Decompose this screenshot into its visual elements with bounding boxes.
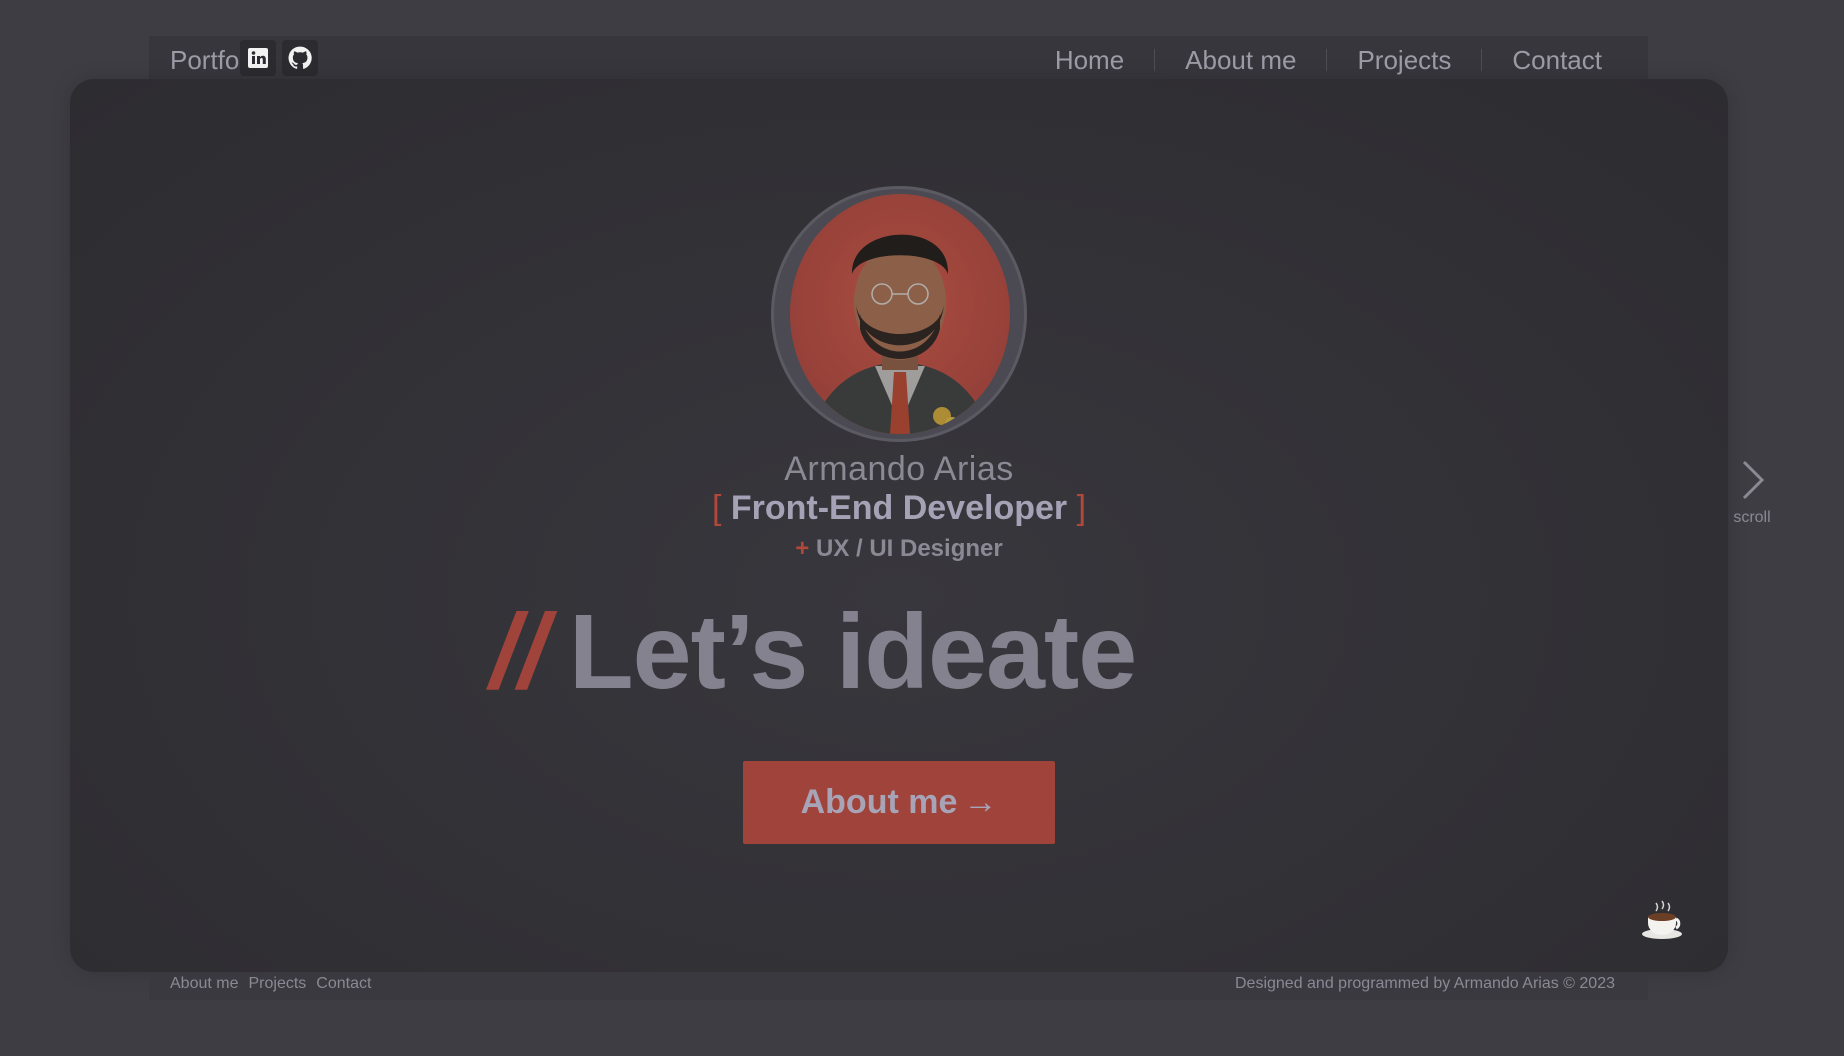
nav-contact[interactable]: Contact (1492, 45, 1622, 76)
github-button[interactable] (282, 40, 318, 76)
main-nav: Home About me Projects Contact (1035, 36, 1622, 90)
linkedin-icon (248, 48, 268, 68)
scroll-label: scroll (1733, 509, 1771, 526)
headline-text: Let’s ideate (568, 593, 1137, 711)
coffee-cup-icon (1642, 900, 1682, 939)
nav-about-me[interactable]: About me (1165, 45, 1316, 76)
footer-link-about-me[interactable]: About me (170, 975, 238, 993)
footer-link-contact[interactable]: Contact (316, 975, 371, 993)
job-subtitle: + UX / UI Designer (0, 535, 1798, 563)
nav-divider (1154, 49, 1156, 71)
top-navbar: Portfolio Home About me Projects Contact (149, 36, 1648, 90)
bracket-close: ] (1076, 489, 1087, 527)
person-name: Armando Arias (784, 450, 1014, 488)
nav-divider (1481, 49, 1483, 71)
about-me-button-label: About me (800, 783, 958, 821)
bracket-open: [ (711, 489, 722, 527)
coffee-button[interactable] (1640, 897, 1684, 941)
job-title: [ Front-End Developer ] (0, 489, 1798, 528)
about-me-button[interactable]: About me → (743, 761, 1055, 844)
avatar (771, 186, 1027, 442)
footer-links: About me Projects Contact (170, 975, 371, 993)
footer-credit: Designed and programmed by Armando Arias… (1234, 975, 1615, 992)
scroll-next-control[interactable]: scroll (1730, 458, 1774, 528)
github-icon (288, 46, 312, 69)
arrow-right-icon: → (963, 783, 998, 821)
job-title-text: Front-End Developer (730, 489, 1068, 527)
footer: About me Projects Contact Designed and p… (149, 972, 1648, 1000)
avatar-photo (790, 194, 1010, 434)
job-subtitle-text: UX / UI Designer (815, 535, 1003, 562)
linkedin-button[interactable] (240, 40, 276, 76)
headline: //Let’s ideate (490, 592, 1137, 713)
chevron-right-icon (1742, 460, 1765, 500)
footer-link-projects[interactable]: Projects (248, 975, 306, 993)
headline-slashes: // (490, 593, 548, 711)
nav-divider (1326, 49, 1328, 71)
nav-home[interactable]: Home (1035, 45, 1144, 90)
nav-projects[interactable]: Projects (1337, 45, 1471, 76)
plus-sign: + (795, 535, 810, 562)
